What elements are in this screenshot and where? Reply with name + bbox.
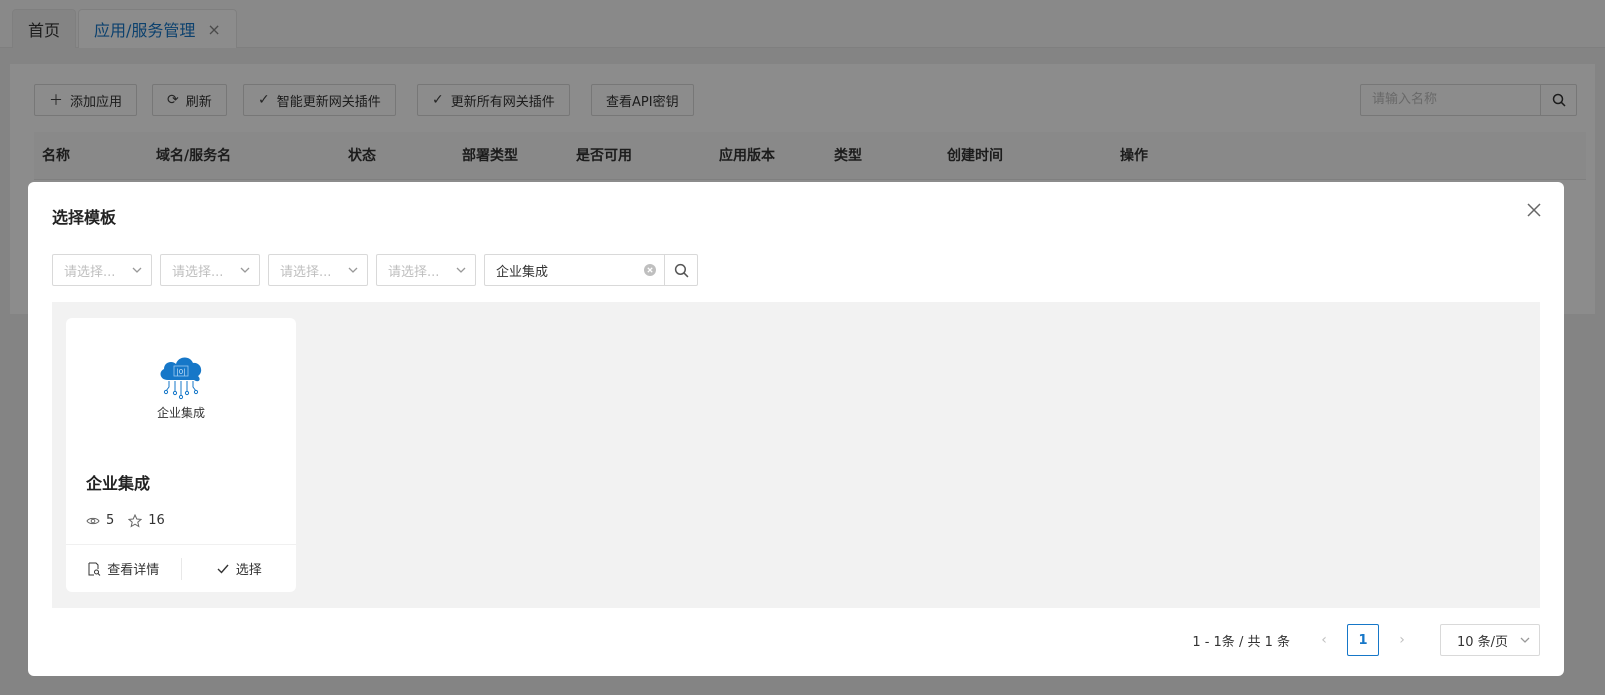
cover-label: 企业集成: [156, 406, 205, 420]
page-number[interactable]: 1: [1347, 624, 1379, 656]
document-search-icon: [88, 562, 101, 576]
template-cover: |0| 企业集成: [66, 318, 296, 446]
view-detail-button[interactable]: 查看详情: [66, 559, 181, 578]
view-count: 5: [106, 513, 115, 528]
template-grid: |0| 企业集成 企业集成 5 16 查看详情 选择: [52, 302, 1540, 608]
select-template-button[interactable]: 选择: [182, 559, 297, 578]
pagination-total: 1 - 1条 / 共 1 条: [1192, 634, 1290, 650]
filter-placeholder: 请选择...: [172, 264, 224, 280]
select-template-modal: 选择模板 请选择... 请选择... 请选择... 请选择... 企业集成 |0…: [28, 182, 1564, 676]
keyword-value: 企业集成: [496, 264, 549, 280]
chevron-down-icon: [456, 267, 466, 273]
template-card[interactable]: |0| 企业集成 企业集成 5 16 查看详情 选择: [66, 318, 296, 592]
keyword-search-button[interactable]: [664, 254, 698, 286]
select-label: 选择: [235, 563, 262, 578]
search-icon: [674, 263, 688, 277]
view-detail-label: 查看详情: [107, 563, 160, 578]
filter-select-3[interactable]: 请选择...: [268, 254, 368, 286]
template-title: 企业集成: [86, 474, 151, 493]
eye-icon: [86, 517, 100, 524]
chevron-down-icon: [348, 267, 358, 273]
filter-select-1[interactable]: 请选择...: [52, 254, 152, 286]
filter-placeholder: 请选择...: [280, 264, 332, 280]
page-size-value: 10 条/页: [1457, 634, 1509, 650]
check-icon: [217, 564, 229, 574]
star-count: 16: [148, 513, 165, 528]
chevron-down-icon: [240, 267, 250, 273]
keyword-search-input[interactable]: 企业集成: [484, 254, 665, 286]
pagination: 1 - 1条 / 共 1 条 ‹ 1 › 10 条/页: [1192, 624, 1540, 656]
filter-placeholder: 请选择...: [64, 264, 116, 280]
filter-select-4[interactable]: 请选择...: [376, 254, 476, 286]
next-page-icon[interactable]: ›: [1386, 624, 1418, 656]
close-icon: [1527, 203, 1541, 217]
cloud-icon: |0|: [160, 357, 202, 400]
modal-title: 选择模板: [52, 208, 117, 227]
clear-icon[interactable]: [644, 264, 656, 276]
prev-page-icon[interactable]: ‹: [1308, 624, 1340, 656]
filter-select-2[interactable]: 请选择...: [160, 254, 260, 286]
modal-close-button[interactable]: [1522, 198, 1546, 222]
page-size-select[interactable]: 10 条/页: [1440, 624, 1540, 656]
star-icon: [128, 513, 143, 528]
chevron-down-icon: [1520, 637, 1530, 643]
template-stats: 5 16: [86, 513, 179, 528]
chevron-down-icon: [132, 267, 142, 273]
card-actions: 查看详情 选择: [66, 544, 296, 592]
filter-placeholder: 请选择...: [388, 264, 440, 280]
svg-text:|0|: |0|: [176, 368, 185, 376]
